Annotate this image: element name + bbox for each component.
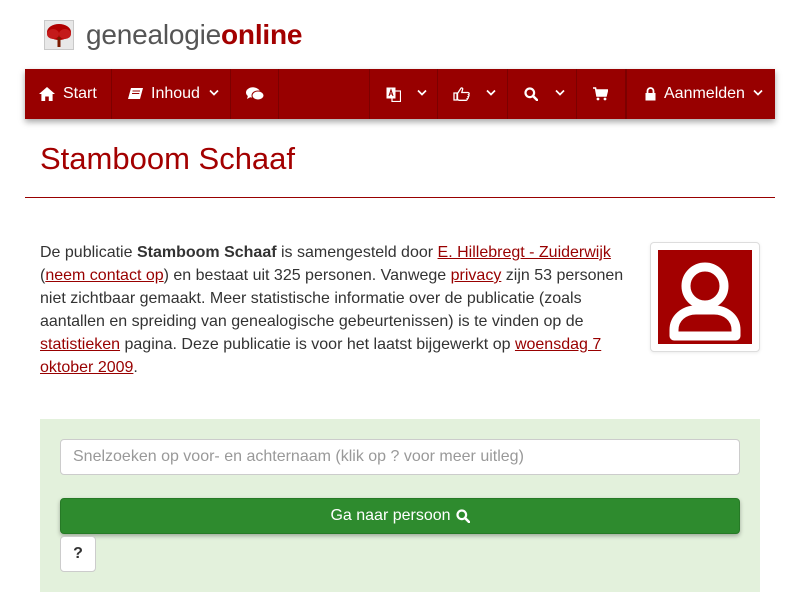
chevron-down-icon (753, 89, 763, 96)
search-help-button[interactable]: ? (60, 536, 96, 572)
nav-share[interactable] (438, 69, 508, 119)
comments-icon (246, 87, 264, 101)
author-avatar-card[interactable] (650, 242, 760, 352)
site-logo[interactable]: genealogieonline (44, 18, 302, 52)
contact-link[interactable]: neem contact op (45, 267, 163, 284)
nav-inhoud-label: Inhoud (151, 85, 200, 102)
avatar (658, 250, 752, 344)
chevron-down-icon (555, 89, 565, 96)
language-icon (386, 87, 401, 102)
main-navbar: Start Inhoud Aanmelden (25, 69, 775, 119)
user-icon (669, 262, 741, 341)
nav-language[interactable] (369, 69, 438, 119)
chevron-down-icon (486, 89, 496, 96)
search-icon (455, 509, 470, 523)
lock-icon (645, 87, 656, 101)
publication-name: Stamboom Schaaf (136, 244, 277, 261)
nav-login-label: Aanmelden (664, 85, 745, 102)
intro-text: . (133, 359, 138, 376)
nav-forum[interactable] (231, 69, 279, 119)
go-to-person-label: Ga naar persoon (330, 507, 451, 524)
book-icon (128, 87, 143, 100)
quick-search-panel: Ga naar persoon ? (40, 419, 760, 592)
search-icon (524, 87, 538, 101)
intro-text: pagina. Deze publicatie is voor het laat… (120, 336, 515, 353)
site-name: genealogieonline (86, 19, 303, 50)
home-icon (39, 87, 55, 101)
nav-search[interactable] (508, 69, 577, 119)
cart-icon (593, 87, 608, 101)
chevron-down-icon (417, 89, 427, 96)
page-title: Stamboom Schaaf (40, 141, 296, 176)
nav-cart[interactable] (577, 69, 626, 119)
privacy-link[interactable]: privacy (451, 267, 502, 284)
title-divider (25, 197, 775, 198)
chevron-down-icon (209, 89, 219, 96)
tree-logo-icon (44, 20, 74, 50)
nav-start-label: Start (63, 85, 97, 102)
nav-inhoud[interactable]: Inhoud (112, 69, 231, 119)
nav-login[interactable]: Aanmelden (626, 69, 775, 119)
go-to-person-button[interactable]: Ga naar persoon (60, 498, 740, 534)
intro-text: ) en bestaat uit 325 personen. Vanwege (163, 267, 451, 284)
intro-text: is samengesteld door (276, 244, 438, 261)
author-link[interactable]: E. Hillebregt - Zuiderwijk (438, 244, 611, 261)
statistics-link[interactable]: statistieken (40, 336, 120, 353)
intro-text: De publicatie (40, 244, 137, 261)
thumbs-up-icon (453, 87, 470, 101)
search-input[interactable] (60, 439, 740, 475)
publication-intro: De publicatie Stamboom Schaaf is samenge… (40, 241, 630, 379)
nav-start[interactable]: Start (25, 69, 112, 119)
